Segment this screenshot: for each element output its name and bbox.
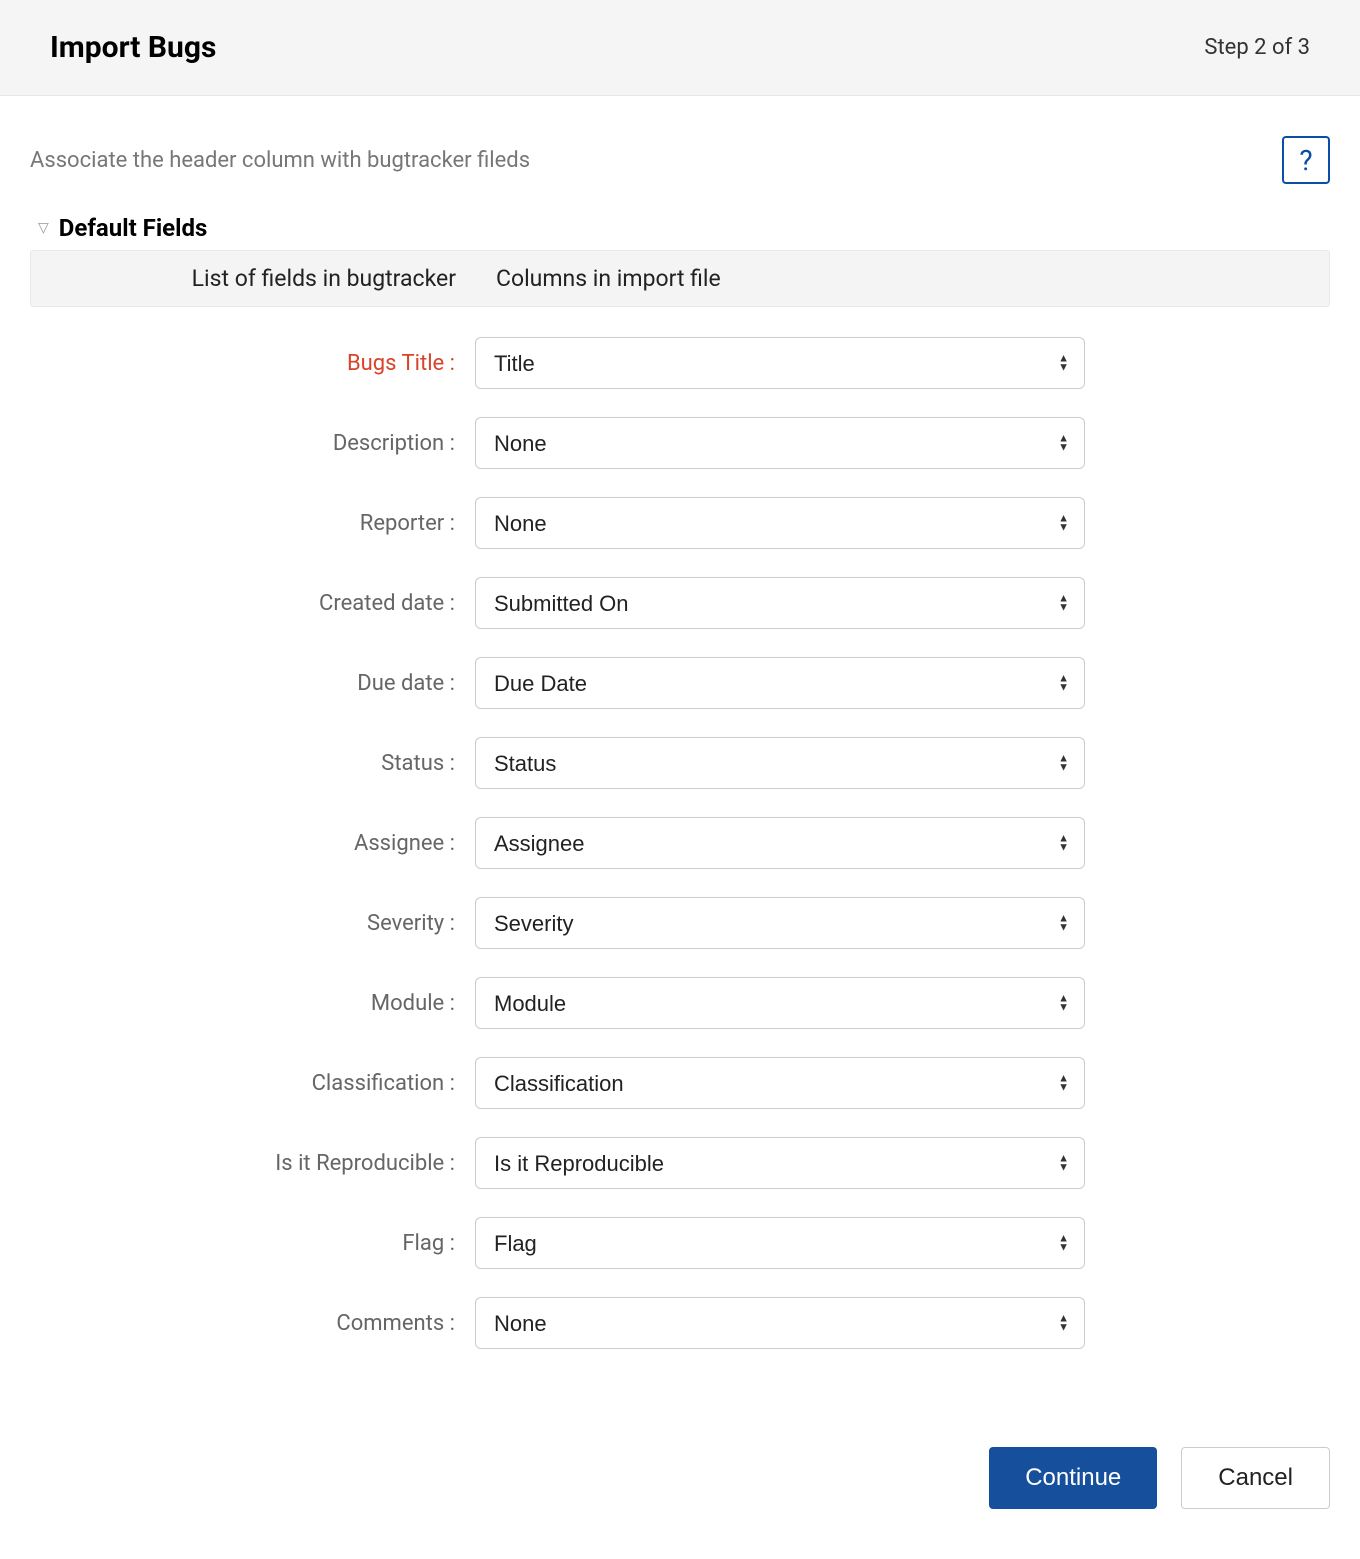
mapping-table-header: List of fields in bugtracker Columns in … [30, 250, 1330, 307]
field-label: Description : [30, 431, 475, 456]
column-select[interactable]: Is it Reproducible [475, 1137, 1085, 1189]
select-wrap: Is it Reproducible▲▼ [475, 1137, 1085, 1189]
column-select[interactable]: None [475, 1297, 1085, 1349]
field-label: Module : [30, 991, 475, 1016]
field-label: Severity : [30, 911, 475, 936]
page-header: Import Bugs Step 2 of 3 [0, 0, 1360, 96]
cancel-button[interactable]: Cancel [1181, 1447, 1330, 1509]
field-label: Due date : [30, 671, 475, 696]
page-title: Import Bugs [50, 30, 216, 65]
select-wrap: Title▲▼ [475, 337, 1085, 389]
field-row: Comments :None▲▼ [30, 1297, 1330, 1349]
select-wrap: Assignee▲▼ [475, 817, 1085, 869]
select-wrap: Status▲▼ [475, 737, 1085, 789]
field-row: Flag :Flag▲▼ [30, 1217, 1330, 1269]
select-wrap: Due Date▲▼ [475, 657, 1085, 709]
instruction-text: Associate the header column with bugtrac… [30, 148, 530, 173]
section-header[interactable]: ▽ Default Fields [30, 214, 1330, 242]
select-wrap: None▲▼ [475, 1297, 1085, 1349]
select-wrap: Flag▲▼ [475, 1217, 1085, 1269]
footer-buttons: Continue Cancel [0, 1417, 1360, 1559]
continue-button[interactable]: Continue [989, 1447, 1157, 1509]
column-select[interactable]: Classification [475, 1057, 1085, 1109]
step-indicator: Step 2 of 3 [1204, 35, 1310, 60]
field-label: Flag : [30, 1231, 475, 1256]
field-row: Severity :Severity▲▼ [30, 897, 1330, 949]
field-row: Classification :Classification▲▼ [30, 1057, 1330, 1109]
help-icon: ? [1299, 144, 1312, 177]
field-row: Assignee :Assignee▲▼ [30, 817, 1330, 869]
collapse-triangle-icon: ▽ [38, 220, 49, 236]
select-wrap: Module▲▼ [475, 977, 1085, 1029]
field-label: Classification : [30, 1071, 475, 1096]
select-wrap: Submitted On▲▼ [475, 577, 1085, 629]
field-label: Reporter : [30, 511, 475, 536]
field-label: Created date : [30, 591, 475, 616]
table-header-left: List of fields in bugtracker [31, 265, 476, 292]
field-row: Created date :Submitted On▲▼ [30, 577, 1330, 629]
column-select[interactable]: Flag [475, 1217, 1085, 1269]
field-row: Description :None▲▼ [30, 417, 1330, 469]
section-title: Default Fields [59, 214, 208, 242]
instruction-row: Associate the header column with bugtrac… [30, 136, 1330, 184]
field-label: Assignee : [30, 831, 475, 856]
field-row: Due date :Due Date▲▼ [30, 657, 1330, 709]
column-select[interactable]: Severity [475, 897, 1085, 949]
field-row: Module :Module▲▼ [30, 977, 1330, 1029]
select-wrap: None▲▼ [475, 417, 1085, 469]
field-label: Status : [30, 751, 475, 776]
field-label: Is it Reproducible : [30, 1151, 475, 1176]
field-row: Is it Reproducible :Is it Reproducible▲▼ [30, 1137, 1330, 1189]
select-wrap: Severity▲▼ [475, 897, 1085, 949]
field-label: Bugs Title : [30, 351, 475, 376]
field-row: Reporter :None▲▼ [30, 497, 1330, 549]
column-select[interactable]: Assignee [475, 817, 1085, 869]
column-select[interactable]: Due Date [475, 657, 1085, 709]
column-select[interactable]: Title [475, 337, 1085, 389]
field-row: Bugs Title :Title▲▼ [30, 337, 1330, 389]
main-content: Associate the header column with bugtrac… [0, 96, 1360, 1417]
field-label: Comments : [30, 1311, 475, 1336]
column-select[interactable]: Submitted On [475, 577, 1085, 629]
column-select[interactable]: Status [475, 737, 1085, 789]
fields-container: Bugs Title :Title▲▼Description :None▲▼Re… [30, 337, 1330, 1349]
column-select[interactable]: None [475, 497, 1085, 549]
column-select[interactable]: Module [475, 977, 1085, 1029]
table-header-right: Columns in import file [476, 265, 721, 292]
select-wrap: Classification▲▼ [475, 1057, 1085, 1109]
column-select[interactable]: None [475, 417, 1085, 469]
field-row: Status :Status▲▼ [30, 737, 1330, 789]
select-wrap: None▲▼ [475, 497, 1085, 549]
help-button[interactable]: ? [1282, 136, 1330, 184]
